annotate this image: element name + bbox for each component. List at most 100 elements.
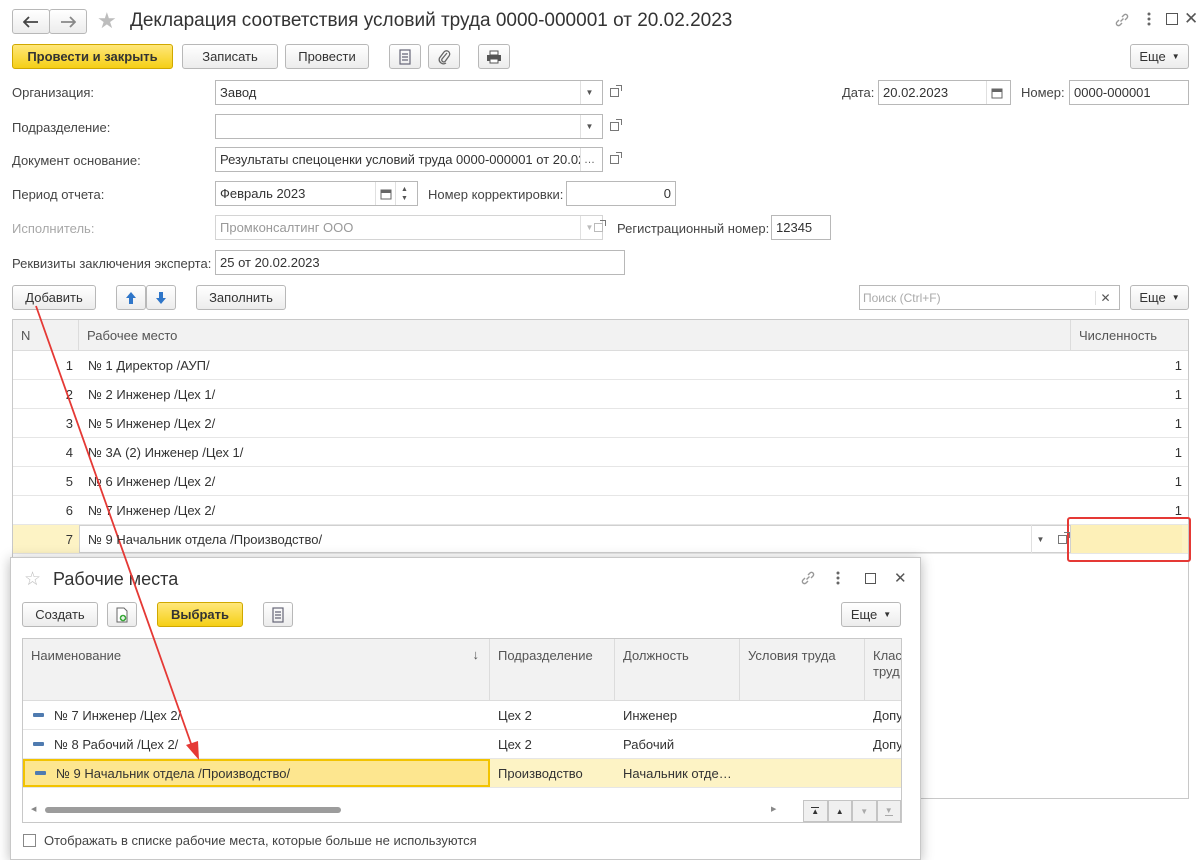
row-workplace[interactable]: № 7 Инженер /Цех 2/ [88,496,988,524]
date-field[interactable]: 20.02.2023 [878,80,1011,105]
dialog-maximize-icon[interactable] [865,573,876,584]
row-workplace[interactable]: № 6 Инженер /Цех 2/ [88,467,988,495]
calendar-icon[interactable] [375,182,395,205]
item-class[interactable] [873,759,901,787]
copy-button[interactable] [107,602,137,627]
attach-button[interactable] [428,44,460,69]
base-doc-open-button[interactable] [605,147,623,172]
reg-number-field[interactable]: 12345 [771,215,831,240]
post-and-close-button[interactable]: Провести и закрыть [12,44,173,69]
favorite-star-icon[interactable]: ★ [97,9,117,33]
row-workplace[interactable]: № 3А (2) Инженер /Цех 1/ [88,438,988,466]
table-more-button[interactable]: Еще ▼ [1130,285,1189,310]
move-up-button[interactable] [116,285,146,310]
table-row[interactable]: 7 № 9 Начальник отдела /Производство/ ▼ [13,525,1188,554]
calendar-icon[interactable] [986,81,1006,104]
dept-field[interactable]: ▼ [215,114,603,139]
row-workplace[interactable]: № 9 Начальник отдела /Производство/ [88,525,988,553]
report-button[interactable] [389,44,421,69]
move-down-button[interactable] [146,285,176,310]
clear-icon[interactable]: ✕ [1095,290,1115,305]
scrollbar-thumb[interactable] [45,807,341,813]
arrow-up-icon[interactable]: ▲ [401,185,408,194]
table-row[interactable]: 5 № 6 Инженер /Цех 2/1 [13,467,1188,496]
close-icon[interactable]: ✕ [1184,9,1198,29]
open-icon[interactable] [1053,525,1071,553]
item-position[interactable]: Инженер [623,701,740,729]
header-n[interactable]: N [13,320,79,350]
header-dept[interactable]: Подразделение [490,639,615,700]
item-class[interactable]: Допу [873,730,901,758]
nav-first-button[interactable]: ▲ [803,800,828,822]
nav-next-button[interactable]: ▼ [852,800,877,822]
base-doc-field[interactable]: Результаты спецоценки условий труда 0000… [215,147,603,172]
search-input[interactable]: Поиск (Ctrl+F) ✕ [859,285,1120,310]
item-dept[interactable]: Производство [498,759,615,787]
item-position[interactable]: Рабочий [623,730,740,758]
list-item[interactable]: № 7 Инженер /Цех 2/Цех 2 Инженер Допу [23,701,901,730]
dialog-favorite-star-icon[interactable]: ☆ [24,568,41,591]
fill-button[interactable]: Заполнить [196,285,286,310]
nav-prev-button[interactable]: ▲ [827,800,852,822]
forward-button[interactable] [49,9,87,34]
item-name-cell[interactable]: № 8 Рабочий /Цех 2/ [23,730,490,758]
table-row[interactable]: 3 № 5 Инженер /Цех 2/1 [13,409,1188,438]
table-row[interactable]: 6 № 7 Инженер /Цех 2/1 [13,496,1188,525]
row-workplace[interactable]: № 5 Инженер /Цех 2/ [88,409,988,437]
period-stepper[interactable]: ▲ ▼ [395,182,413,205]
link-icon[interactable] [1114,12,1130,31]
table-row[interactable]: 4 № 3А (2) Инженер /Цех 1/1 [13,438,1188,467]
arrow-down-icon[interactable]: ▼ [401,194,408,203]
expert-field[interactable]: 25 от 20.02.2023 [215,250,625,275]
list-item[interactable]: № 9 Начальник отдела /Производство/Произ… [23,759,901,788]
header-class[interactable]: Клас труд [865,639,901,700]
print-button[interactable] [478,44,510,69]
nav-last-button[interactable]: ▼ [876,800,901,822]
item-dept[interactable]: Цех 2 [498,730,615,758]
dialog-report-button[interactable] [263,602,293,627]
dialog-menu-dots-icon[interactable] [835,570,841,589]
item-class[interactable]: Допу [873,701,901,729]
row-count[interactable]: 1 [1071,409,1182,437]
header-position[interactable]: Должность [615,639,740,700]
correction-field[interactable]: 0 [566,181,676,206]
item-position[interactable]: Начальник отде… [623,759,740,787]
item-conditions[interactable] [748,701,865,729]
show-unused-checkbox-row[interactable]: Отображать в списке рабочие места, котор… [23,833,477,848]
scroll-left-icon[interactable]: ◀ [31,805,36,813]
header-count[interactable]: Численность [1071,320,1188,350]
scroll-right-icon[interactable]: ▶ [771,805,776,813]
add-button[interactable]: Добавить [12,285,96,310]
row-count[interactable]: 1 [1071,467,1182,495]
show-unused-checkbox[interactable] [23,834,36,847]
number-field[interactable]: 0000-000001 [1069,80,1189,105]
post-button[interactable]: Провести [285,44,369,69]
item-name-cell[interactable]: № 9 Начальник отдела /Производство/ [23,759,490,787]
chevron-down-icon[interactable]: ▼ [580,81,598,104]
dialog-more-button[interactable]: Еще ▼ [841,602,901,627]
dialog-close-icon[interactable]: ✕ [894,569,907,587]
create-button[interactable]: Создать [22,602,98,627]
chevron-down-icon[interactable]: ▼ [1031,525,1049,553]
table-row[interactable]: 2 № 2 Инженер /Цех 1/1 [13,380,1188,409]
dialog-link-icon[interactable] [800,570,816,589]
menu-dots-icon[interactable] [1146,11,1152,30]
item-conditions[interactable] [748,730,865,758]
row-workplace[interactable]: № 2 Инженер /Цех 1/ [88,380,988,408]
more-button[interactable]: Еще ▼ [1130,44,1189,69]
row-count[interactable]: 1 [1071,380,1182,408]
horizontal-scrollbar[interactable]: ◀ ▶ [23,798,793,822]
maximize-icon[interactable] [1166,13,1178,25]
header-conditions[interactable]: Условия труда [740,639,865,700]
row-count[interactable]: 1 [1071,438,1182,466]
period-field[interactable]: Февраль 2023 ▲ ▼ [215,181,418,206]
table-row[interactable]: 1 № 1 Директор /АУП/1 [13,351,1188,380]
header-workplace[interactable]: Рабочее место [79,320,1071,350]
save-button[interactable]: Записать [182,44,278,69]
org-field[interactable]: Завод ▼ [215,80,603,105]
row-count[interactable]: 1 [1071,351,1182,379]
org-open-button[interactable] [605,80,623,105]
item-dept[interactable]: Цех 2 [498,701,615,729]
item-conditions[interactable] [748,759,865,787]
dept-open-button[interactable] [605,114,623,139]
